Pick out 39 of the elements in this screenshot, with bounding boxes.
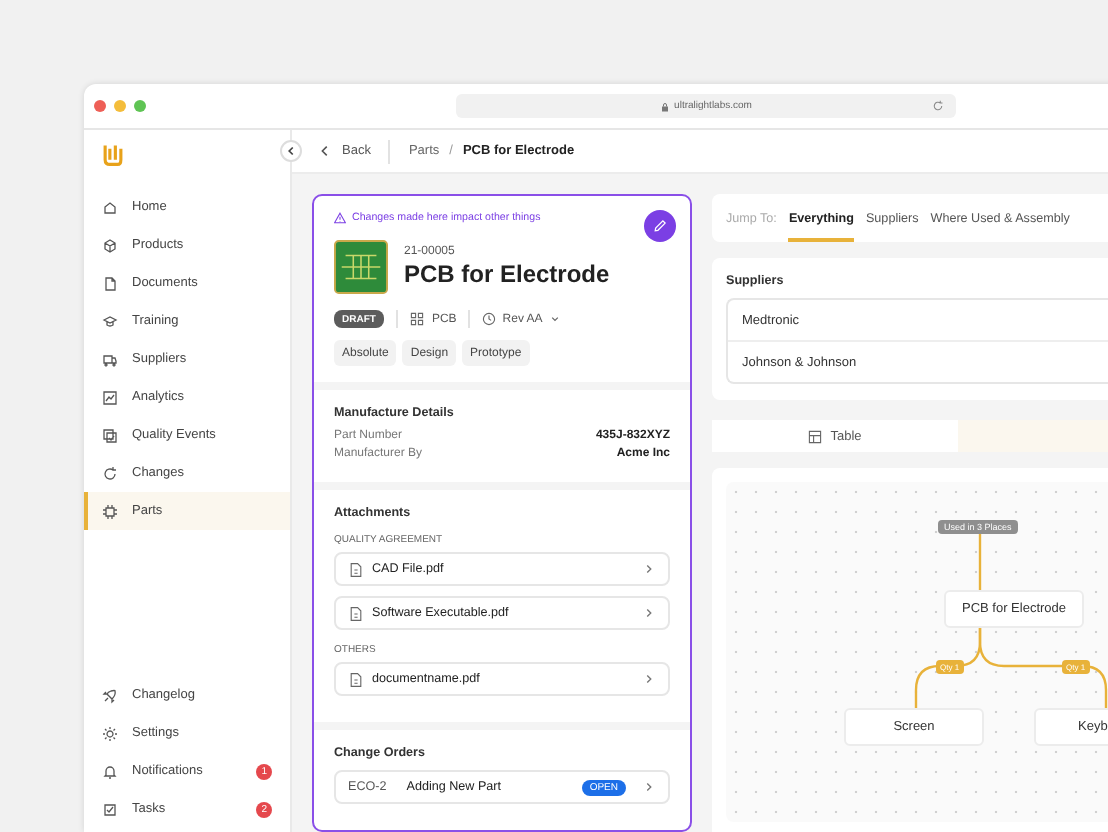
chart-icon bbox=[102, 389, 118, 405]
connector-line bbox=[978, 534, 982, 590]
pencil-icon bbox=[652, 218, 668, 234]
rocket-icon bbox=[102, 687, 118, 703]
grid-icon bbox=[409, 312, 424, 326]
document-icon bbox=[102, 275, 118, 291]
chip-icon bbox=[102, 503, 118, 519]
home-icon bbox=[102, 199, 118, 215]
circuit-board-drawing bbox=[334, 240, 388, 294]
clock-icon bbox=[482, 312, 497, 326]
reload-icon[interactable] bbox=[932, 100, 944, 112]
bell-icon bbox=[102, 763, 118, 779]
maximize-window-button[interactable] bbox=[134, 100, 146, 112]
table-icon bbox=[808, 429, 823, 443]
part-title: PCB for Electrode bbox=[404, 260, 610, 288]
minimize-window-button[interactable] bbox=[114, 100, 126, 112]
logo-icon bbox=[102, 142, 124, 168]
checkbox-icon bbox=[102, 801, 118, 817]
file-icon bbox=[348, 561, 364, 577]
chevron-right-icon bbox=[642, 780, 656, 794]
settings-icon bbox=[102, 725, 118, 741]
file-icon bbox=[348, 671, 364, 687]
warning-icon bbox=[334, 212, 346, 224]
file-icon bbox=[348, 605, 364, 621]
overlapping-squares-icon bbox=[102, 427, 118, 443]
chevron-right-icon bbox=[642, 606, 656, 620]
collapse-sidebar-button[interactable] bbox=[280, 140, 302, 162]
chevron-right-icon bbox=[642, 672, 656, 686]
chevron-left-icon bbox=[318, 144, 332, 158]
close-window-button[interactable] bbox=[94, 100, 106, 112]
refresh-icon bbox=[102, 465, 118, 481]
edit-button[interactable] bbox=[644, 210, 676, 242]
lock-icon bbox=[660, 101, 671, 111]
truck-icon bbox=[102, 351, 118, 367]
caret-icon bbox=[548, 312, 563, 326]
chevron-right-icon bbox=[642, 562, 656, 576]
cube-icon bbox=[102, 237, 118, 253]
graduation-cap-icon bbox=[102, 313, 118, 329]
chevron-left-icon bbox=[284, 144, 298, 158]
